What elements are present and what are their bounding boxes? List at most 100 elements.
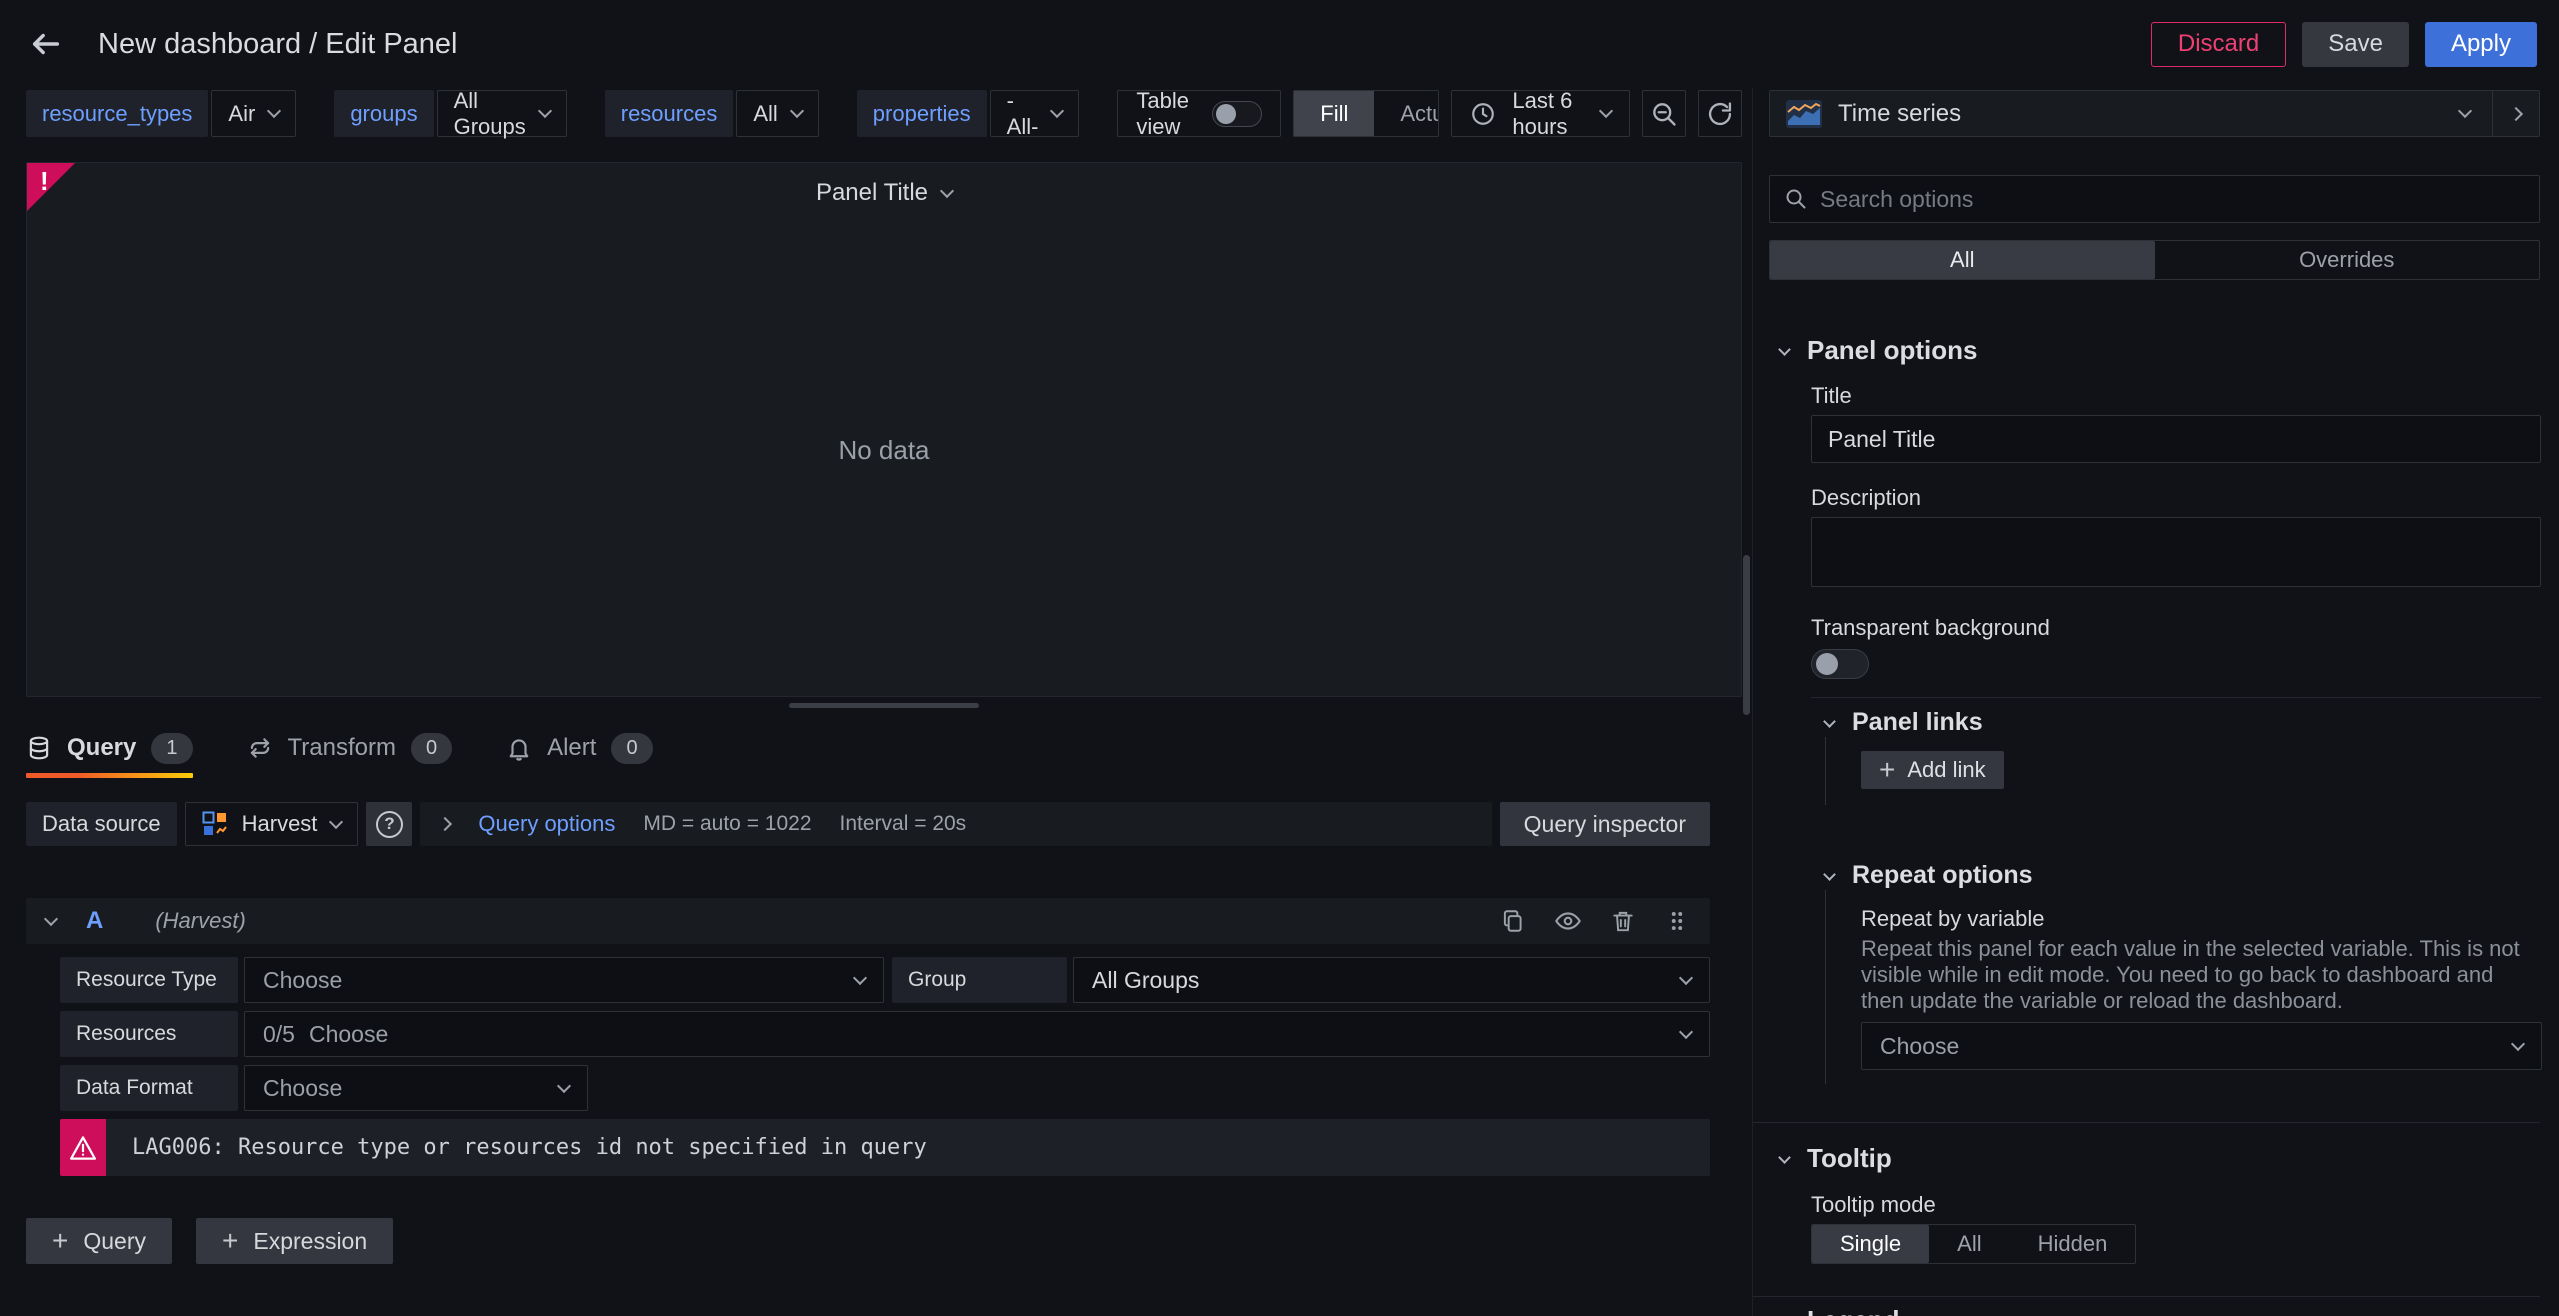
chevron-down-icon: [329, 814, 344, 829]
chevron-down-icon: [1678, 1024, 1694, 1039]
fill-option[interactable]: Fill: [1294, 91, 1375, 136]
chevron-down-icon: [852, 970, 868, 985]
panel-description-textarea[interactable]: [1811, 517, 2541, 587]
chevron-down-icon: [1778, 342, 1791, 356]
variable-properties: properties -All-: [856, 88, 1080, 139]
query-options-bar[interactable]: Query options MD = auto = 1022 Interval …: [420, 802, 1492, 846]
hide-query-eye-icon[interactable]: [1554, 907, 1582, 935]
group-label: Group: [892, 957, 1067, 1003]
add-query-label: Query: [83, 1227, 146, 1254]
add-query-button[interactable]: + Query: [26, 1218, 172, 1264]
magnifier-minus-icon: [1650, 100, 1678, 128]
panel-title-input[interactable]: [1811, 415, 2541, 463]
chevron-down-icon: [537, 103, 552, 119]
select-placeholder: Choose: [263, 1074, 343, 1101]
left-pane-scrollbar-thumb[interactable]: [1743, 555, 1750, 715]
harvest-datasource-icon: [202, 811, 228, 837]
visualization-picker[interactable]: Time series: [1770, 91, 2492, 136]
tab-alert[interactable]: Alert 0: [506, 730, 653, 766]
tooltip-mode-all[interactable]: All: [1929, 1225, 2009, 1263]
panel-links-section-header[interactable]: Panel links: [1823, 708, 2540, 737]
visualization-picker-row: Time series: [1769, 90, 2540, 137]
refresh-button[interactable]: [1698, 90, 1742, 137]
resources-label: Resources: [60, 1011, 238, 1057]
variable-value-dropdown[interactable]: All: [736, 90, 819, 137]
collapse-chevron-icon[interactable]: [43, 911, 59, 926]
duplicate-query-icon[interactable]: [1500, 908, 1526, 934]
tooltip-section-header[interactable]: Tooltip: [1778, 1143, 2540, 1174]
interval-info: Interval = 20s: [839, 812, 967, 835]
add-expression-button[interactable]: + Expression: [196, 1218, 394, 1264]
clock-icon: [1470, 101, 1496, 127]
datasource-help-button[interactable]: +?: [366, 802, 413, 846]
variable-value-dropdown[interactable]: -All-: [989, 88, 1080, 139]
actual-option[interactable]: Actual: [1374, 91, 1438, 136]
repeat-variable-select[interactable]: Choose: [1861, 1022, 2542, 1070]
filter-tab-overrides[interactable]: Overrides: [2155, 241, 2540, 279]
chevron-down-icon: [939, 183, 955, 198]
section-title: Panel links: [1852, 708, 1983, 736]
tab-query[interactable]: Query 1: [26, 730, 193, 778]
add-link-button[interactable]: + Add link: [1861, 751, 2004, 789]
table-view-toggle[interactable]: [1212, 100, 1263, 127]
variable-value: All Groups: [453, 87, 526, 139]
chevron-down-icon: [1823, 714, 1836, 728]
variable-value-dropdown[interactable]: All Groups: [436, 87, 567, 139]
delete-query-trash-icon[interactable]: [1610, 908, 1636, 934]
edit-panel-header: New dashboard / Edit Panel Discard Save …: [0, 0, 2559, 88]
transparent-background-toggle[interactable]: [1811, 649, 1869, 679]
datasource-picker[interactable]: Harvest: [184, 802, 359, 846]
warning-triangle-icon: [60, 1119, 106, 1176]
apply-button[interactable]: Apply: [2424, 21, 2537, 67]
dashboard-toolbar: resource_types Air groups All Groups res…: [26, 87, 1742, 139]
bell-icon: [506, 735, 532, 761]
panel-title-menu[interactable]: Panel Title: [27, 179, 1741, 207]
tooltip-mode-hidden[interactable]: Hidden: [2010, 1225, 2136, 1263]
chevron-down-icon: [789, 103, 804, 119]
query-options-link: Query options: [478, 811, 616, 836]
chevron-down-icon: [1778, 1150, 1791, 1164]
select-placeholder: Choose: [263, 966, 343, 993]
chevron-down-icon: [1050, 103, 1065, 119]
question-circle-icon: +?: [375, 810, 403, 838]
resource-type-select[interactable]: Choose: [244, 957, 884, 1003]
tooltip-body: Tooltip mode Single All Hidden: [1811, 1192, 2540, 1264]
variable-resources: resources All: [604, 90, 819, 137]
resource-type-label: Resource Type: [60, 957, 238, 1003]
discard-button[interactable]: Discard: [2150, 21, 2287, 67]
table-view-label: Table view: [1136, 87, 1190, 139]
group-select[interactable]: All Groups: [1073, 957, 1710, 1003]
time-range-picker[interactable]: Last 6 hours: [1451, 88, 1631, 139]
collapse-options-pane-button[interactable]: [2492, 91, 2539, 136]
chevron-down-icon: [2457, 103, 2473, 119]
query-row-header[interactable]: A (Harvest): [26, 898, 1710, 944]
database-icon: [26, 735, 52, 761]
back-arrow-button[interactable]: [22, 20, 70, 68]
save-button[interactable]: Save: [2302, 21, 2409, 67]
query-row-actions: [1500, 907, 1690, 935]
tab-label: Transform: [287, 734, 396, 761]
query-error-message: LAG006: Resource type or resources id no…: [106, 1119, 1710, 1176]
variable-value-dropdown[interactable]: Air: [211, 90, 297, 137]
panel-resize-handle[interactable]: [789, 703, 979, 708]
resources-select[interactable]: 0/5 Choose: [244, 1011, 1710, 1057]
repeat-options-section-header[interactable]: Repeat options: [1823, 861, 2540, 890]
zoom-out-time-button[interactable]: [1642, 90, 1687, 137]
section-title: Repeat options: [1852, 861, 2033, 889]
section-divider: [1811, 697, 2541, 698]
select-placeholder: Choose: [308, 1020, 389, 1047]
resource-type-row: Resource Type Choose Group All Groups: [60, 957, 1710, 1003]
tab-count-badge: 0: [611, 732, 653, 764]
tab-count-badge: 1: [151, 732, 193, 764]
drag-handle-grip-icon[interactable]: [1664, 908, 1690, 934]
arrow-left-icon: [29, 27, 63, 61]
legend-section-header[interactable]: Legend: [1778, 1305, 2540, 1316]
tooltip-mode-single[interactable]: Single: [1812, 1225, 1930, 1263]
tab-transform[interactable]: Transform 0: [247, 730, 453, 766]
options-search-input[interactable]: [1820, 185, 2525, 213]
panel-options-section-header[interactable]: Panel options: [1778, 335, 2540, 366]
filter-tab-all[interactable]: All: [1770, 241, 2155, 279]
data-format-select[interactable]: Choose: [244, 1065, 588, 1111]
query-inspector-button[interactable]: Query inspector: [1499, 802, 1710, 846]
chevron-down-icon: [1778, 1312, 1791, 1316]
